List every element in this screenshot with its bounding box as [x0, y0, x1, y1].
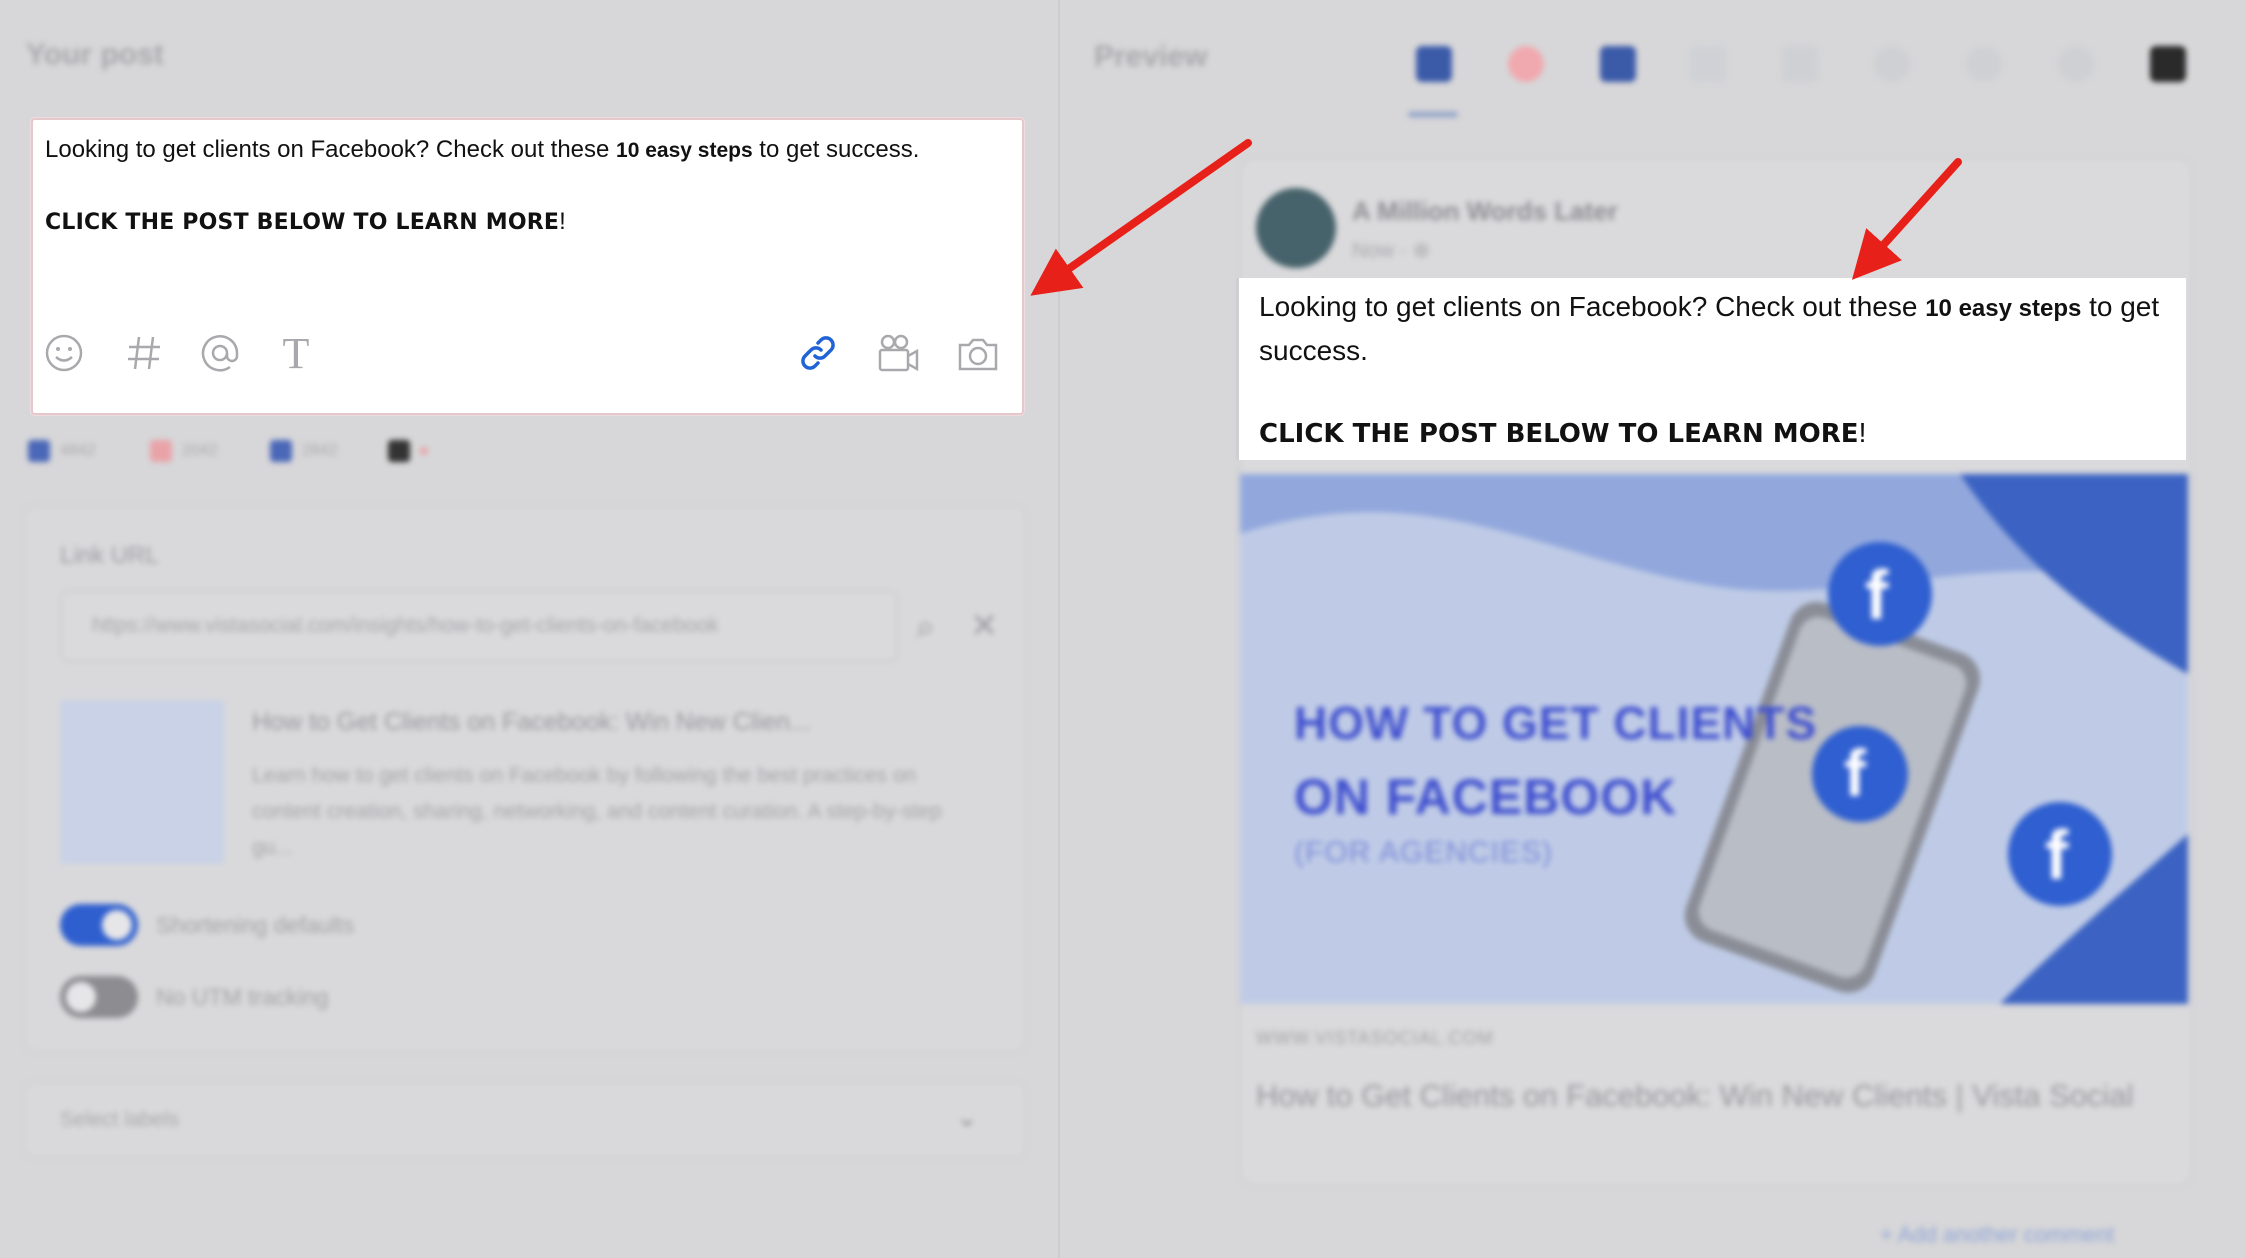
editor-text-after: to get success. — [752, 136, 920, 163]
emoji-icon[interactable] — [41, 330, 87, 376]
pinterest-icon[interactable] — [1966, 46, 2002, 82]
link-preview-description: Learn how to get clients on Facebook by … — [252, 764, 942, 859]
svg-text:f: f — [1865, 556, 1889, 634]
page-name: A Million Words Later — [1352, 196, 1618, 226]
instagram-icon — [150, 440, 172, 462]
facebook-count-value: 4842 — [60, 442, 96, 459]
instagram-icon[interactable] — [1508, 46, 1544, 82]
preview-cta-end: ! — [1858, 417, 1867, 448]
google-icon[interactable] — [1874, 46, 1910, 82]
linkedin-count: 2842 — [270, 440, 338, 462]
character-counts: 4842 2042 2842 — [28, 440, 528, 470]
tiktok-icon — [388, 440, 410, 462]
shortening-toggle-label: Shortening defaults — [156, 912, 355, 938]
link-title[interactable]: How to Get Clients on Facebook: Win New … — [1256, 1072, 2166, 1120]
preview-text-main: Looking to get clients on Facebook? Chec… — [1259, 286, 2179, 372]
post-time: Now · ⊕ — [1352, 239, 1431, 262]
facebook-icon[interactable] — [1416, 46, 1452, 82]
editor-text-bold: 10 easy steps — [616, 139, 753, 162]
link-preview-image[interactable]: f f f HOW TO GET CLIENTS ON FACEBOOK (FO… — [1240, 474, 2188, 1004]
preview-text-bold: 10 easy steps — [1925, 295, 2082, 322]
link-preview-title: How to Get Clients on Facebook: Win New … — [252, 708, 811, 736]
hashtag-icon[interactable] — [121, 330, 167, 376]
image-title-line1: HOW TO GET CLIENTS — [1294, 697, 1818, 749]
add-comment-link[interactable]: + Add another comment — [1880, 1222, 2114, 1248]
composer-title: Your post — [26, 38, 164, 71]
instagram-count-value: 2042 — [182, 442, 218, 459]
selected-tab-indicator — [1408, 112, 1458, 117]
panel-divider — [1058, 0, 1060, 1258]
editor-cta-text: CLICK THE POST BELOW TO LEARN MORE — [45, 210, 560, 235]
labels-select-placeholder: Select labels — [60, 1108, 180, 1131]
close-icon[interactable]: ✕ — [970, 606, 999, 646]
text-format-icon[interactable]: T — [273, 329, 319, 378]
facebook-icon — [28, 440, 50, 462]
svg-text:f: f — [2045, 816, 2069, 894]
preview-text-before: Looking to get clients on Facebook? Chec… — [1259, 291, 1926, 322]
preview-cta-line: CLICK THE POST BELOW TO LEARN MORE! — [1259, 412, 1866, 455]
reddit-icon[interactable] — [2058, 46, 2094, 82]
svg-text:f: f — [1844, 736, 1867, 810]
twitter-icon[interactable] — [1690, 46, 1726, 82]
left-arrow — [1030, 139, 1252, 296]
utm-toggle[interactable] — [60, 976, 138, 1018]
avatar — [1256, 188, 1336, 268]
image-title-line2: ON FACEBOOK — [1294, 769, 1678, 825]
toggle-knob — [66, 982, 96, 1012]
video-icon[interactable] — [875, 330, 921, 376]
camera-icon[interactable] — [955, 330, 1001, 376]
image-subtitle: (FOR AGENCIES) — [1294, 836, 1554, 869]
link-url-value: https://www.vistasocial.com/insights/how… — [92, 614, 719, 637]
link-url-input[interactable]: https://www.vistasocial.com/insights/how… — [60, 590, 898, 662]
instagram-count: 2042 — [150, 440, 218, 462]
linkedin-icon — [270, 440, 292, 462]
youtube-icon[interactable] — [1782, 46, 1818, 82]
editor-text-line1[interactable]: Looking to get clients on Facebook? Chec… — [45, 133, 919, 168]
link-icon[interactable] — [795, 330, 841, 376]
linkedin-icon[interactable] — [1600, 46, 1636, 82]
warning-dot-icon — [420, 447, 428, 455]
chevron-down-icon: ⌄ — [956, 1102, 978, 1132]
tiktok-icon[interactable] — [2150, 46, 2186, 82]
preview-title: Preview — [1094, 40, 1208, 73]
preview-cta-text: CLICK THE POST BELOW TO LEARN MORE — [1259, 419, 1859, 449]
link-domain: WWW.VISTASOCIAL.COM — [1256, 1028, 1494, 1048]
facebook-count: 4842 — [28, 440, 96, 462]
linkedin-count-value: 2842 — [302, 442, 338, 459]
mention-icon[interactable] — [197, 330, 243, 376]
search-icon[interactable]: ⌕ — [916, 608, 935, 647]
shortening-toggle[interactable] — [60, 904, 138, 946]
editor-text-line2[interactable]: CLICK THE POST BELOW TO LEARN MORE! — [45, 205, 566, 240]
editor-text-before: Looking to get clients on Facebook? Chec… — [45, 136, 617, 163]
tiktok-count — [388, 440, 428, 462]
editor-cta-end: ! — [559, 208, 566, 235]
link-url-label: Link URL — [60, 542, 159, 569]
post-editor[interactable]: Looking to get clients on Facebook? Chec… — [31, 118, 1024, 415]
utm-toggle-label: No UTM tracking — [156, 984, 329, 1010]
link-preview-thumbnail — [60, 700, 224, 864]
toggle-knob — [102, 910, 132, 940]
preview-post-text: Looking to get clients on Facebook? Chec… — [1236, 278, 2186, 460]
link-settings-card: Link URL https://www.vistasocial.com/ins… — [24, 506, 1026, 1052]
labels-select[interactable]: Select labels ⌄ — [24, 1082, 1026, 1158]
